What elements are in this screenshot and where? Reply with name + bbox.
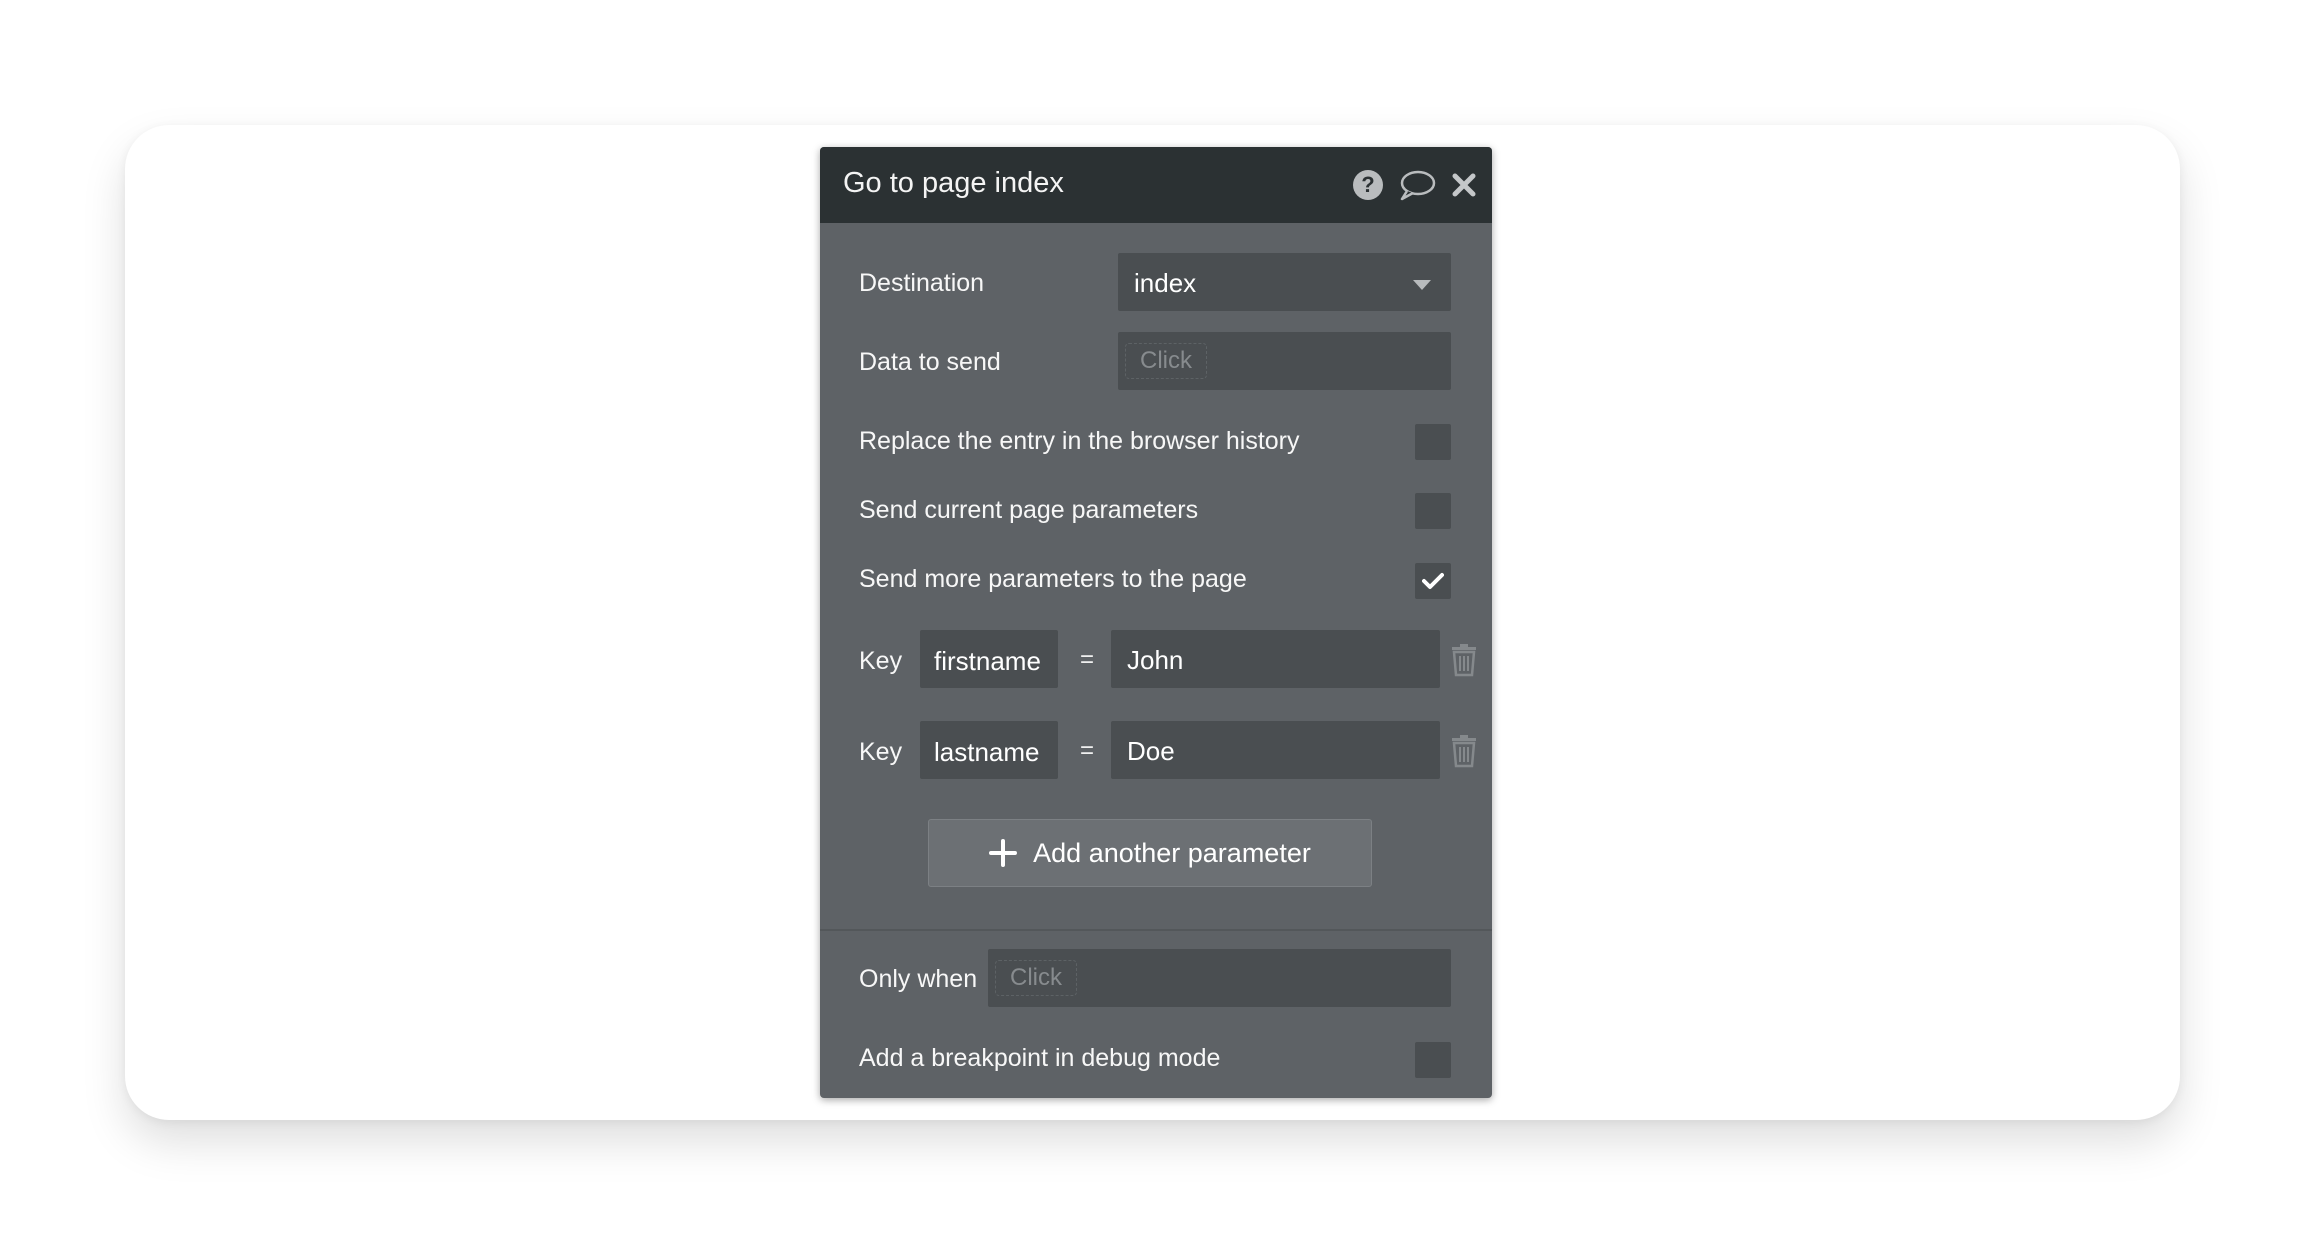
data-to-send-field[interactable]: Click <box>1118 332 1451 390</box>
comment-icon[interactable] <box>1397 167 1437 203</box>
only-when-label: Only when <box>859 965 978 993</box>
help-icon[interactable]: ? <box>1350 167 1386 203</box>
add-another-parameter-button[interactable]: Add another parameter <box>928 819 1372 887</box>
destination-value: index <box>1134 268 1197 298</box>
param-value-text: John <box>1127 645 1184 675</box>
section-divider <box>820 929 1492 931</box>
param-value-text: Doe <box>1127 736 1175 766</box>
breakpoint-label: Add a breakpoint in debug mode <box>859 1044 1221 1072</box>
trash-icon[interactable] <box>1449 734 1479 768</box>
param-key-input[interactable]: lastname <box>920 721 1058 779</box>
svg-text:?: ? <box>1361 172 1374 197</box>
send-current-params-label: Send current page parameters <box>859 496 1199 524</box>
send-more-params-label: Send more parameters to the page <box>859 565 1247 593</box>
trash-icon[interactable] <box>1449 643 1479 677</box>
data-to-send-click[interactable]: Click <box>1125 343 1207 379</box>
param-value-input[interactable]: Doe <box>1111 721 1440 779</box>
param-key-value: firstname <box>934 646 1041 676</box>
send-more-params-checkbox[interactable] <box>1415 563 1451 599</box>
go-to-page-dialog: Go to page index ? Destination index Dat… <box>820 147 1492 1098</box>
replace-history-label: Replace the entry in the browser history <box>859 427 1300 455</box>
dialog-title: Go to page index <box>843 167 1064 199</box>
param-equals: = <box>1080 737 1095 764</box>
breakpoint-checkbox[interactable] <box>1415 1042 1451 1078</box>
checkmark-icon <box>1422 573 1444 589</box>
param-key-label: Key <box>859 647 903 675</box>
param-key-input[interactable]: firstname <box>920 630 1058 688</box>
send-current-params-checkbox[interactable] <box>1415 493 1451 529</box>
param-key-value: lastname <box>934 737 1040 767</box>
destination-label: Destination <box>859 269 985 297</box>
replace-history-checkbox[interactable] <box>1415 424 1451 460</box>
data-to-send-label: Data to send <box>859 348 1001 376</box>
only-when-field[interactable]: Click <box>988 949 1451 1007</box>
dropdown-arrow-icon <box>1413 277 1431 295</box>
add-another-parameter-label: Add another parameter <box>1033 837 1311 868</box>
param-key-label: Key <box>859 738 903 766</box>
close-icon[interactable] <box>1446 167 1482 203</box>
dialog-header: Go to page index ? <box>820 147 1492 223</box>
only-when-click[interactable]: Click <box>995 960 1077 996</box>
param-equals: = <box>1080 646 1095 673</box>
destination-dropdown[interactable]: index <box>1118 253 1451 311</box>
plus-icon <box>989 839 1018 867</box>
param-value-input[interactable]: John <box>1111 630 1440 688</box>
